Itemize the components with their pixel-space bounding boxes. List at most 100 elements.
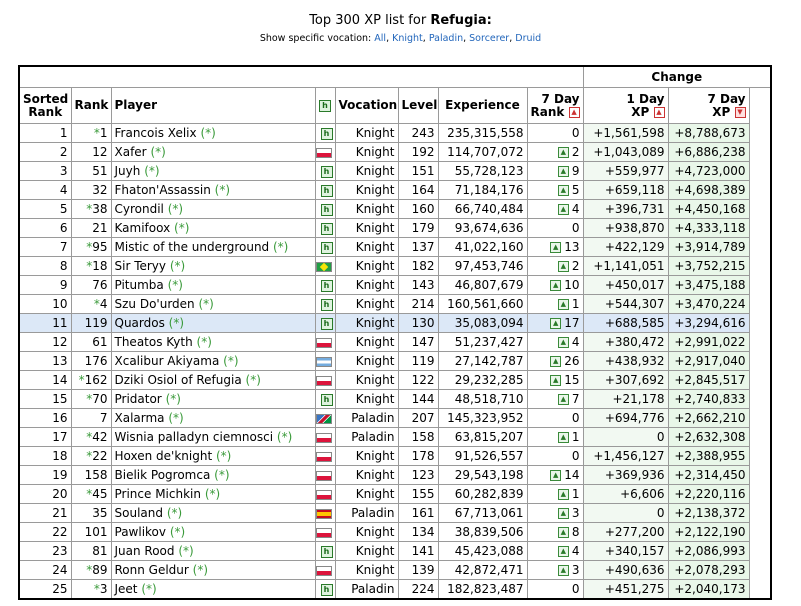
player-link[interactable]: Quardos bbox=[115, 316, 165, 330]
vocation-link-all[interactable]: All bbox=[374, 33, 386, 44]
player-details-link[interactable]: (*) bbox=[216, 449, 231, 463]
player-details-link[interactable]: (*) bbox=[273, 240, 288, 254]
cell-7day-rank: ▲ 13 bbox=[526, 237, 584, 257]
player-link[interactable]: Jeet bbox=[115, 582, 138, 596]
player-details-link[interactable]: (*) bbox=[170, 259, 185, 273]
col-player[interactable]: Player bbox=[110, 87, 316, 124]
player-link[interactable]: Souland bbox=[115, 506, 163, 520]
cell-player: Szu Do'urden (*) bbox=[110, 294, 316, 314]
cell-7day-rank: 0 bbox=[526, 218, 584, 238]
player-details-link[interactable]: (*) bbox=[141, 582, 156, 596]
player-details-link[interactable]: (*) bbox=[166, 392, 181, 406]
sort-down-icon[interactable]: ▼ bbox=[734, 106, 746, 118]
cell-rank: 61 bbox=[70, 332, 112, 352]
hiscore-icon[interactable]: h bbox=[320, 127, 333, 140]
player-details-link[interactable]: (*) bbox=[246, 373, 261, 387]
country-flag-icon bbox=[316, 337, 332, 348]
cell-experience: 29,543,198 bbox=[437, 465, 528, 485]
cell-sorted-rank: 24 bbox=[18, 560, 72, 580]
vocation-link-knight[interactable]: Knight bbox=[392, 33, 423, 44]
player-details-link[interactable]: (*) bbox=[174, 221, 189, 235]
cell-7day-xp: +4,333,118 bbox=[667, 218, 750, 238]
player-details-link[interactable]: (*) bbox=[193, 563, 208, 577]
player-details-link[interactable]: (*) bbox=[168, 411, 183, 425]
player-link[interactable]: Francois Xelix bbox=[115, 126, 197, 140]
col-rank[interactable]: Rank bbox=[70, 87, 112, 124]
player-link[interactable]: Juyh bbox=[115, 164, 141, 178]
player-details-link[interactable]: (*) bbox=[170, 525, 185, 539]
cell-experience: 60,282,839 bbox=[437, 484, 528, 504]
hiscore-icon[interactable]: h bbox=[320, 298, 333, 311]
cell-sorted-rank: 14 bbox=[18, 370, 72, 390]
player-details-link[interactable]: (*) bbox=[169, 316, 184, 330]
hiscore-icon[interactable]: h bbox=[320, 545, 333, 558]
cell-1day-xp: +21,178 bbox=[582, 389, 669, 409]
col-vocation[interactable]: Vocation bbox=[334, 87, 399, 124]
player-link[interactable]: Sir Teryy bbox=[115, 259, 167, 273]
player-details-link[interactable]: (*) bbox=[150, 145, 165, 159]
cell-player: Francois Xelix (*) bbox=[110, 123, 316, 143]
cell-player: Fhaton'Assassin (*) bbox=[110, 180, 316, 200]
player-link[interactable]: Xafer bbox=[115, 145, 147, 159]
col-experience[interactable]: Experience bbox=[437, 87, 528, 124]
hiscore-icon[interactable]: h bbox=[320, 583, 333, 596]
player-link[interactable]: Pitumba bbox=[115, 278, 164, 292]
player-details-link[interactable]: (*) bbox=[197, 335, 212, 349]
cell-vocation: Knight bbox=[334, 123, 399, 143]
player-link[interactable]: Fhaton'Assassin bbox=[115, 183, 211, 197]
player-details-link[interactable]: (*) bbox=[144, 164, 159, 178]
col-7day-rank[interactable]: 7 Day Rank ▲ bbox=[526, 87, 584, 124]
player-link[interactable]: Prince Michkin bbox=[115, 487, 201, 501]
player-details-link[interactable]: (*) bbox=[223, 354, 238, 368]
player-link[interactable]: Pawlikov bbox=[115, 525, 167, 539]
player-details-link[interactable]: (*) bbox=[214, 468, 229, 482]
player-link[interactable]: Xalarma bbox=[115, 411, 165, 425]
player-details-link[interactable]: (*) bbox=[167, 506, 182, 520]
cell-player: Souland (*) bbox=[110, 503, 316, 523]
player-details-link[interactable]: (*) bbox=[178, 544, 193, 558]
player-link[interactable]: Bielik Pogromca bbox=[115, 468, 211, 482]
cell-1day-xp: +559,977 bbox=[582, 161, 669, 181]
sort-up-icon[interactable]: ▲ bbox=[568, 106, 580, 118]
player-link[interactable]: Szu Do'urden bbox=[115, 297, 195, 311]
player-details-link[interactable]: (*) bbox=[200, 126, 215, 140]
player-link[interactable]: Xcalibur Akiyama bbox=[115, 354, 220, 368]
hiscore-icon[interactable]: h bbox=[320, 203, 333, 216]
player-link[interactable]: Kamifoox bbox=[115, 221, 171, 235]
hiscore-icon[interactable]: h bbox=[320, 393, 333, 406]
cell-icons: h bbox=[314, 370, 336, 390]
hiscore-icon[interactable]: h bbox=[320, 165, 333, 178]
col-level[interactable]: Level bbox=[397, 87, 439, 124]
cell-icons: h bbox=[314, 522, 336, 542]
player-details-link[interactable]: (*) bbox=[215, 183, 230, 197]
player-details-link[interactable]: (*) bbox=[168, 278, 183, 292]
hiscore-icon[interactable]: h bbox=[320, 241, 333, 254]
cell-1day-xp: +1,043,089 bbox=[582, 142, 669, 162]
player-link[interactable]: Wisnia palladyn ciemnosci bbox=[115, 430, 274, 444]
hiscore-icon[interactable]: h bbox=[320, 317, 333, 330]
player-link[interactable]: Cyrondil bbox=[115, 202, 164, 216]
player-link[interactable]: Dziki Osiol of Refugia bbox=[115, 373, 242, 387]
vocation-link-sorcerer[interactable]: Sorcerer bbox=[469, 33, 509, 44]
vocation-link-paladin[interactable]: Paladin bbox=[429, 33, 463, 44]
player-link[interactable]: Ronn Geldur bbox=[115, 563, 189, 577]
cell-rank: 76 bbox=[70, 275, 112, 295]
col-7day-xp[interactable]: 7 Day XP ▼ bbox=[667, 87, 750, 124]
hiscore-icon[interactable]: h bbox=[320, 222, 333, 235]
player-details-link[interactable]: (*) bbox=[198, 297, 213, 311]
player-link[interactable]: Mistic of the underground bbox=[115, 240, 270, 254]
player-details-link[interactable]: (*) bbox=[277, 430, 292, 444]
player-details-link[interactable]: (*) bbox=[205, 487, 220, 501]
cell-1day-xp: +6,606 bbox=[582, 484, 669, 504]
sort-up-icon[interactable]: ▲ bbox=[653, 106, 665, 118]
player-link[interactable]: Hoxen de'knight bbox=[115, 449, 213, 463]
hiscore-icon[interactable]: h bbox=[320, 279, 333, 292]
player-details-link[interactable]: (*) bbox=[168, 202, 183, 216]
vocation-link-druid[interactable]: Druid bbox=[515, 33, 541, 44]
player-link[interactable]: Theatos Kyth bbox=[115, 335, 193, 349]
player-link[interactable]: Pridator bbox=[115, 392, 162, 406]
col-1day-xp[interactable]: 1 Day XP ▲ bbox=[582, 87, 669, 124]
player-link[interactable]: Juan Rood bbox=[115, 544, 175, 558]
hiscore-icon[interactable]: h bbox=[320, 184, 333, 197]
col-sorted-rank[interactable]: Sorted Rank bbox=[18, 87, 72, 124]
